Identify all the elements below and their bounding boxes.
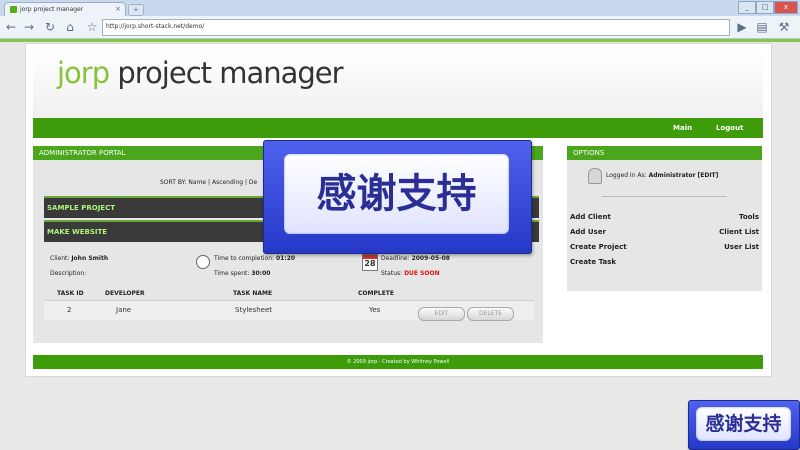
logged-in-label: Logged In As:: [606, 172, 647, 179]
time-to-completion-value: 01:20: [275, 255, 296, 262]
logged-in-info: Logged In As: Administrator [EDIT]: [606, 172, 718, 179]
address-bar[interactable]: http://jorp.short-stack.net/demo/: [102, 19, 730, 36]
client-info: Client: John Smith: [50, 255, 108, 262]
deadline-label: Deadline:: [381, 255, 410, 262]
forward-icon[interactable]: →: [21, 19, 37, 35]
edit-profile-link[interactable]: [EDIT]: [698, 172, 719, 179]
browser-tab[interactable]: jorp project manager ×: [4, 2, 126, 17]
time-spent: Time spent: 30:00: [214, 270, 270, 277]
tab-close-button[interactable]: ×: [115, 5, 121, 13]
page-menu-icon[interactable]: ▤: [754, 19, 770, 35]
toolbar-separator: [0, 39, 800, 42]
client-list-link[interactable]: Client List: [719, 228, 759, 236]
logged-in-user: Administrator: [648, 172, 696, 179]
address-url: http://jorp.short-stack.net/demo/: [106, 23, 205, 30]
site-footer: © 2009 jorp - Created by Whitney Powell: [33, 355, 763, 369]
favicon-icon: [10, 6, 17, 13]
tools-link[interactable]: Tools: [739, 213, 759, 221]
browser-toolbar: ← → ↻ ⌂ ☆ http://jorp.short-stack.net/de…: [0, 16, 800, 39]
minimize-button[interactable]: _: [738, 1, 756, 14]
add-client-link[interactable]: Add Client: [570, 213, 611, 221]
nav-main-link[interactable]: Main: [673, 124, 692, 132]
reload-icon[interactable]: ↻: [42, 19, 58, 35]
thanks-overlay-small: 感谢支持: [688, 400, 800, 450]
col-task-id: TASK ID: [57, 290, 84, 297]
add-user-link[interactable]: Add User: [570, 228, 606, 236]
options-divider: [602, 196, 727, 197]
close-window-button[interactable]: x: [774, 1, 798, 14]
sort-by-bar[interactable]: SORT BY: Name | Ascending | De: [160, 179, 257, 186]
thanks-overlay-large: 感谢支持: [263, 140, 532, 254]
site-logo[interactable]: jorp project manager: [57, 56, 344, 90]
cell-task-name: Stylesheet: [235, 306, 273, 314]
create-project-link[interactable]: Create Project: [570, 243, 627, 251]
status-label: Status:: [381, 270, 403, 277]
back-icon[interactable]: ←: [3, 19, 19, 35]
nav-logout-link[interactable]: Logout: [716, 124, 743, 132]
time-spent-value: 30:00: [251, 270, 271, 277]
overlay-text-small: 感谢支持: [696, 407, 791, 441]
clock-icon: [196, 255, 210, 269]
deadline-value: 2009-05-08: [411, 255, 450, 262]
col-complete: COMPLETE: [358, 290, 394, 297]
calendar-icon: 28: [362, 254, 378, 271]
time-to-completion: Time to completion: 01:20: [214, 255, 295, 262]
logo-jorp: jorp: [57, 56, 110, 90]
go-icon[interactable]: ▶: [734, 19, 750, 35]
bookmark-star-icon[interactable]: ☆: [84, 19, 100, 35]
time-spent-label: Time spent:: [214, 270, 250, 277]
user-icon: [588, 168, 602, 184]
wrench-icon[interactable]: ⚒: [776, 19, 792, 35]
delete-button[interactable]: DELETE: [467, 307, 514, 321]
client-label: Client:: [50, 255, 70, 262]
overlay-text-large: 感谢支持: [284, 154, 509, 234]
description-label: Description:: [50, 270, 87, 277]
user-list-link[interactable]: User List: [724, 243, 759, 251]
edit-button[interactable]: EDIT: [418, 307, 465, 321]
home-icon[interactable]: ⌂: [62, 19, 78, 35]
deadline: Deadline: 2009-05-08: [381, 255, 450, 262]
main-nav-bar: [33, 118, 763, 138]
tab-title: jorp project manager: [20, 6, 84, 13]
client-name: John Smith: [71, 255, 109, 262]
cell-complete: Yes: [369, 306, 381, 314]
status: Status: DUE SOON: [381, 270, 440, 277]
cell-task-id: 2: [67, 306, 72, 314]
time-to-completion-label: Time to completion:: [214, 255, 275, 262]
cell-developer: Jane: [116, 306, 132, 314]
logo-project-manager: project manager: [117, 56, 343, 90]
options-title: OPTIONS: [567, 146, 762, 160]
maximize-button[interactable]: □: [756, 1, 774, 14]
status-badge: DUE SOON: [404, 270, 440, 277]
new-tab-button[interactable]: +: [128, 4, 144, 16]
col-developer: DEVELOPER: [105, 290, 145, 297]
create-task-link[interactable]: Create Task: [570, 258, 616, 266]
col-task-name: TASK NAME: [233, 290, 273, 297]
